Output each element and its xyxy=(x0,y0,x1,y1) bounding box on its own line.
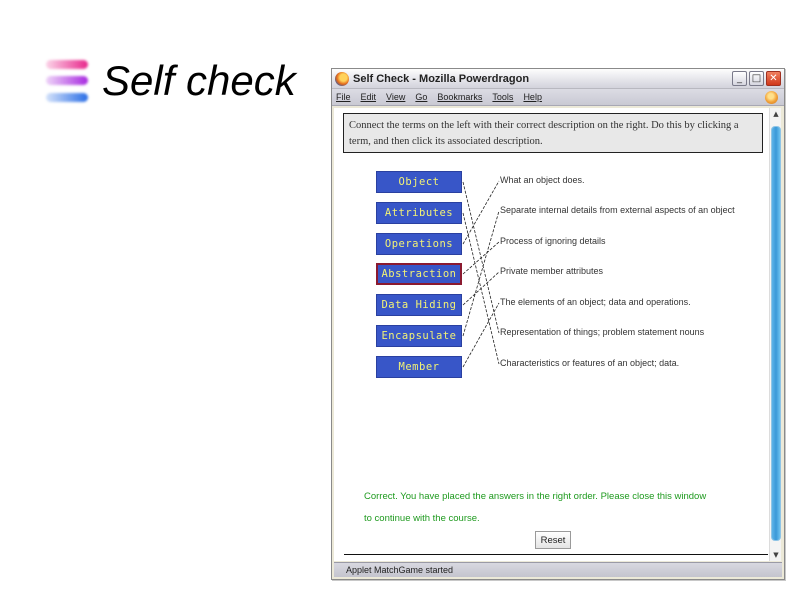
page-content: Connect the terms on the left with their… xyxy=(334,108,770,561)
window-title-app: Mozilla Powerdragon xyxy=(419,72,530,85)
description-item[interactable]: What an object does. xyxy=(500,175,585,185)
menu-bookmarks[interactable]: Bookmarks xyxy=(437,92,482,102)
menu-go[interactable]: Go xyxy=(415,92,427,102)
match-line xyxy=(462,212,500,365)
description-item[interactable]: Characteristics or features of an object… xyxy=(500,358,679,368)
menu-help[interactable]: Help xyxy=(523,92,542,102)
match-line xyxy=(462,241,500,275)
browser-logo-icon xyxy=(335,71,349,86)
match-line xyxy=(462,210,500,337)
menu-edit[interactable]: Edit xyxy=(361,92,377,102)
slide-title: Self check xyxy=(44,56,296,106)
match-line xyxy=(462,302,500,368)
description-item[interactable]: Separate internal details from external … xyxy=(500,205,735,215)
close-icon: ✕ xyxy=(769,72,778,84)
description-item[interactable]: The elements of an object; data and oper… xyxy=(500,297,691,307)
scroll-up-arrow-icon[interactable]: ▲ xyxy=(770,108,782,120)
throbber-icon xyxy=(765,91,778,104)
instructions-box: Connect the terms on the left with their… xyxy=(343,113,763,153)
match-line xyxy=(462,180,500,245)
term-abstraction[interactable]: Abstraction xyxy=(376,263,462,285)
result-message-line1: Correct. You have placed the answers in … xyxy=(364,491,707,502)
menu-tools[interactable]: Tools xyxy=(492,92,513,102)
menu-view[interactable]: View xyxy=(386,92,405,102)
divider xyxy=(344,554,768,555)
term-member[interactable]: Member xyxy=(376,356,462,378)
browser-window: Self Check - Mozilla Powerdragon _ □ ✕ F… xyxy=(331,68,785,580)
result-message-line2: to continue with the course. xyxy=(364,513,480,524)
term-operations[interactable]: Operations xyxy=(376,233,462,255)
window-title: Self Check - Mozilla Powerdragon xyxy=(353,73,730,85)
match-line xyxy=(462,181,500,334)
description-item[interactable]: Process of ignoring details xyxy=(500,236,606,246)
bullet-stripes-icon xyxy=(44,56,92,106)
status-bar: Applet MatchGame started xyxy=(334,562,782,577)
maximize-icon: □ xyxy=(751,72,762,84)
minimize-button[interactable]: _ xyxy=(732,71,747,86)
term-object[interactable]: Object xyxy=(376,171,462,193)
menu-bar: File Edit View Go Bookmarks Tools Help xyxy=(332,89,784,106)
term-data-hiding[interactable]: Data Hiding xyxy=(376,294,462,316)
description-item[interactable]: Representation of things; problem statem… xyxy=(500,327,704,337)
minimize-icon: _ xyxy=(737,72,742,84)
scroll-thumb[interactable] xyxy=(771,126,781,541)
maximize-button[interactable]: □ xyxy=(749,71,764,86)
menu-file[interactable]: File xyxy=(336,92,351,102)
description-item[interactable]: Private member attributes xyxy=(500,266,603,276)
scroll-down-arrow-icon[interactable]: ▼ xyxy=(770,549,782,561)
window-title-page: Self Check xyxy=(353,72,410,85)
reset-button[interactable]: Reset xyxy=(535,531,571,549)
close-button[interactable]: ✕ xyxy=(766,71,781,86)
match-line xyxy=(462,271,500,306)
term-attributes[interactable]: Attributes xyxy=(376,202,462,224)
slide-title-text: Self check xyxy=(102,57,296,104)
title-bar[interactable]: Self Check - Mozilla Powerdragon _ □ ✕ xyxy=(332,69,784,89)
vertical-scrollbar[interactable]: ▲ ▼ xyxy=(769,108,781,561)
term-encapsulate[interactable]: Encapsulate xyxy=(376,325,462,347)
window-title-separator: - xyxy=(409,72,420,85)
